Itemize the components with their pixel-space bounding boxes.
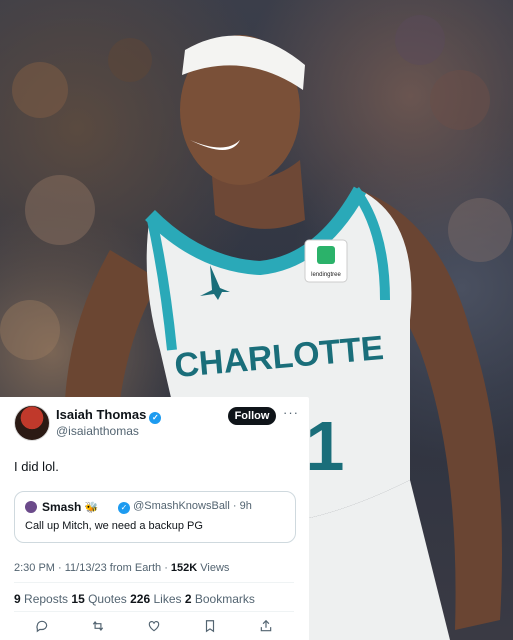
- tweet-meta: 2:30 PM · 11/13/23 from Earth · 152K Vie…: [14, 562, 229, 574]
- views-label: Views: [197, 562, 230, 574]
- tweet-card: Isaiah Thomas ✓ @isaiahthomas Follow ··· …: [0, 397, 309, 640]
- quotes-count[interactable]: 15: [71, 592, 84, 606]
- repost-icon[interactable]: [88, 619, 108, 637]
- like-icon[interactable]: [144, 619, 164, 637]
- author-name[interactable]: Isaiah Thomas ✓: [56, 407, 162, 424]
- divider: [14, 582, 294, 583]
- bookmarks-label[interactable]: Bookmarks: [192, 592, 255, 606]
- time-source[interactable]: 2:30 PM · 11/13/23 from Earth ·: [14, 562, 171, 574]
- more-options-icon[interactable]: ···: [283, 405, 299, 420]
- bookmark-icon[interactable]: [200, 619, 220, 637]
- views-count: 152K: [170, 562, 198, 574]
- quoted-verified-badge-icon: ✓: [118, 502, 130, 514]
- avatar[interactable]: [14, 405, 50, 441]
- author-name-text[interactable]: Isaiah Thomas: [56, 407, 146, 422]
- tweet-text: I did lol.: [14, 459, 59, 474]
- likes-label[interactable]: Likes: [150, 592, 185, 606]
- reposts-label[interactable]: Reposts: [21, 592, 72, 606]
- quotes-label[interactable]: Quotes: [85, 592, 130, 606]
- reply-icon[interactable]: [32, 619, 52, 637]
- likes-count[interactable]: 226: [130, 592, 150, 606]
- bee-emoji-icon: 🐝: [84, 502, 99, 514]
- divider: [14, 611, 294, 612]
- quoted-handle-text: @SmashKnowsBall · 9h: [133, 500, 252, 512]
- quoted-avatar: [25, 501, 37, 513]
- action-bar: [0, 619, 309, 637]
- quoted-text: Call up Mitch, we need a backup PG: [25, 520, 203, 532]
- bookmarks-count[interactable]: 2: [185, 592, 192, 606]
- jersey-number: 1: [306, 407, 345, 485]
- sponsor-text: lendingtree: [311, 272, 341, 278]
- quoted-author-name-text: Smash: [42, 500, 82, 514]
- quoted-author-handle: ✓ @SmashKnowsBall · 9h: [115, 500, 252, 514]
- author-handle[interactable]: @isaiahthomas: [56, 424, 139, 438]
- tweet-stats: 9 Reposts 15 Quotes 226 Likes 2 Bookmark…: [14, 592, 255, 606]
- quoted-author-name: Smash 🐝: [42, 500, 98, 514]
- verified-badge-icon: ✓: [149, 412, 162, 424]
- follow-button[interactable]: Follow: [228, 407, 276, 425]
- share-icon[interactable]: [256, 619, 276, 637]
- quoted-tweet[interactable]: Smash 🐝 ✓ @SmashKnowsBall · 9h Call up M…: [14, 491, 296, 543]
- reposts-count[interactable]: 9: [14, 592, 21, 606]
